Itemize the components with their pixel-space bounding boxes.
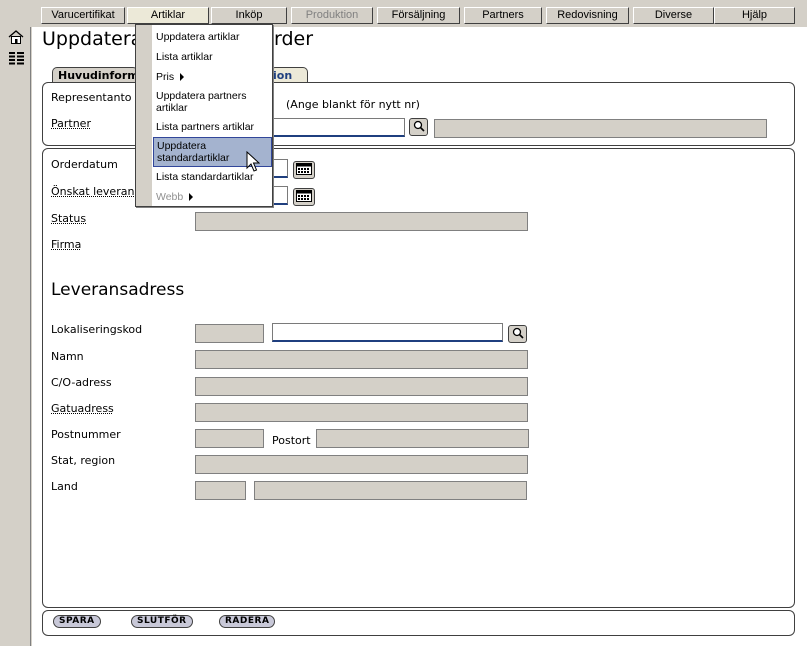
leveransadress-heading: Leveransadress	[51, 280, 185, 300]
order-panel: Orderdatum Önskat leveran Status Firma L…	[42, 148, 795, 608]
action-bar: SPARA SLUTFÖR RADERA	[42, 610, 795, 636]
land-code-field	[195, 481, 246, 500]
postort-label: Postort	[272, 434, 311, 447]
stat-region-label: Stat, region	[51, 454, 116, 467]
menu-item-webb-label: Webb	[156, 191, 184, 203]
menu-tab-forsaljning[interactable]: Försäljning	[377, 7, 460, 24]
firma-label: Firma	[51, 238, 82, 251]
lokaliseringskod-code-field	[195, 324, 264, 343]
partner-name-field	[434, 119, 767, 138]
onskat-leverans-input[interactable]	[273, 186, 288, 205]
partner-input[interactable]	[273, 118, 405, 137]
menu-tab-inkop[interactable]: Inköp	[211, 7, 287, 24]
representant-label: Representanto	[51, 91, 132, 104]
menu-tab-artiklar[interactable]: Artiklar	[127, 7, 209, 24]
menu-tab-redovisning[interactable]: Redovisning	[546, 7, 629, 24]
menu-item-webb[interactable]: Webb	[153, 191, 272, 203]
submenu-arrow-icon	[180, 73, 185, 82]
land-name-field	[254, 481, 527, 500]
partner-search-button[interactable]	[409, 118, 428, 136]
page-title-left: Uppdatera	[42, 28, 143, 50]
co-adress-field	[195, 377, 528, 396]
home-icon[interactable]	[8, 30, 24, 47]
hint-text: (Ange blankt för nytt nr)	[286, 98, 420, 111]
page-title: Uppdatera rder	[42, 28, 313, 50]
top-menu-bar: Varucertifikat Artiklar Inköp Produktion…	[0, 0, 807, 27]
tab-huvudinformation[interactable]: Huvudinform	[52, 67, 139, 83]
menu-item-pris[interactable]: Pris	[153, 71, 272, 83]
artiklar-dropdown: Uppdatera artiklar Lista artiklar Pris U…	[135, 24, 273, 207]
orderdatum-input[interactable]	[273, 159, 288, 178]
list-view-icon[interactable]	[9, 52, 24, 68]
status-label: Status	[51, 212, 87, 225]
delete-button[interactable]: RADERA	[219, 615, 276, 628]
land-label: Land	[51, 480, 78, 493]
partner-label: Partner	[51, 117, 91, 130]
orderdatum-label: Orderdatum	[51, 158, 118, 171]
stat-region-field	[195, 455, 528, 474]
menu-item-lista-artiklar[interactable]: Lista artiklar	[153, 51, 272, 63]
tab-secondary[interactable]: ion	[270, 67, 308, 83]
finish-button[interactable]: SLUTFÖR	[131, 615, 193, 628]
postort-field	[316, 429, 529, 448]
onskat-leverans-label: Önskat leveran	[51, 185, 135, 198]
menu-item-pris-label: Pris	[156, 71, 175, 83]
menu-tab-produktion[interactable]: Produktion	[291, 7, 373, 24]
calendar-icon	[296, 189, 312, 205]
lokaliseringskod-search-button[interactable]	[508, 325, 527, 343]
menu-tab-hjalp[interactable]: Hjälp	[714, 7, 795, 24]
onskat-leverans-calendar-button[interactable]	[293, 188, 315, 206]
left-rail	[0, 27, 31, 646]
menu-tab-diverse[interactable]: Diverse	[633, 7, 714, 24]
search-icon	[512, 327, 524, 342]
menu-tab-varucertifikat[interactable]: Varucertifikat	[41, 7, 125, 24]
postnummer-label: Postnummer	[51, 428, 121, 441]
submenu-arrow-icon	[189, 193, 194, 202]
menu-item-uppdatera-partners-artiklar[interactable]: Uppdatera partners artiklar	[153, 90, 272, 114]
save-button[interactable]: SPARA	[53, 615, 101, 628]
status-field	[195, 212, 528, 231]
menu-item-lista-partners-artiklar[interactable]: Lista partners artiklar	[153, 121, 272, 133]
orderdatum-calendar-button[interactable]	[293, 161, 315, 179]
menu-tab-partners[interactable]: Partners	[464, 7, 542, 24]
postnummer-field	[195, 429, 264, 448]
gatuadress-label: Gatuadress	[51, 402, 114, 415]
search-icon	[413, 120, 425, 135]
page-title-right: rder	[274, 28, 314, 50]
mouse-cursor-icon	[246, 150, 261, 176]
gatuadress-field	[195, 403, 528, 422]
lokaliseringskod-input[interactable]	[272, 323, 503, 342]
dropdown-gutter	[136, 25, 152, 206]
co-adress-label: C/O-adress	[51, 376, 112, 389]
namn-field	[195, 350, 528, 369]
calendar-icon	[296, 162, 312, 178]
lokaliseringskod-label: Lokaliseringskod	[51, 323, 143, 336]
namn-label: Namn	[51, 350, 84, 363]
menu-item-uppdatera-artiklar[interactable]: Uppdatera artiklar	[153, 31, 272, 43]
